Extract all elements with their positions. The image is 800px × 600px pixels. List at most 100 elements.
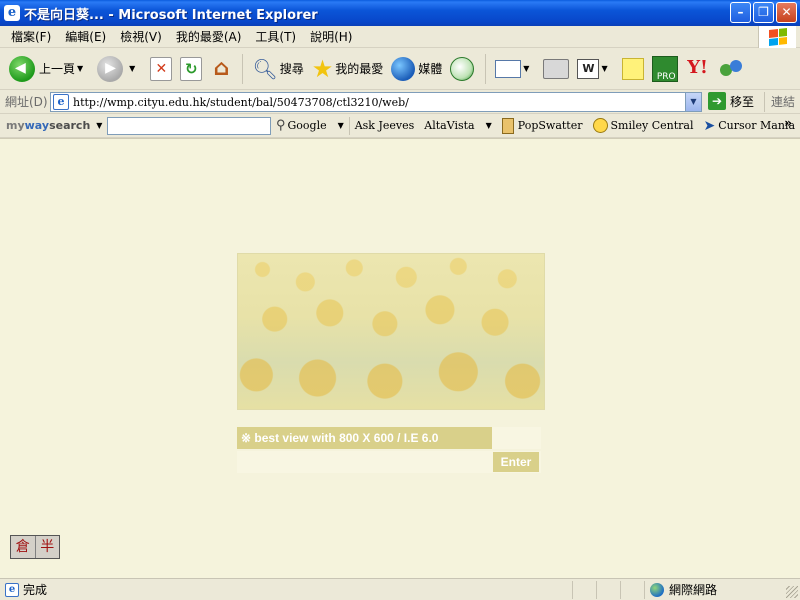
- page-content: ※ best view with 800 X 600 / I.E 6.0 Ent…: [0, 138, 800, 578]
- myway-dropdown-icon[interactable]: ▼: [96, 121, 102, 130]
- menu-edit[interactable]: 編輯(E): [58, 28, 113, 45]
- smiley-label: Smiley Central: [610, 119, 694, 132]
- resize-grip[interactable]: [786, 586, 798, 598]
- menu-file[interactable]: 檔案(F): [4, 28, 58, 45]
- google-label: Google: [287, 119, 327, 132]
- star-icon: ★: [311, 54, 334, 83]
- popswatter-icon: [501, 117, 514, 134]
- popswatter-label: PopSwatter: [517, 119, 583, 132]
- search-button[interactable]: 🔍︎ 搜尋: [249, 51, 306, 87]
- menu-tools[interactable]: 工具(T): [248, 28, 303, 45]
- edit-button[interactable]: W ▼: [574, 51, 616, 87]
- smiley-central-button[interactable]: Smiley Central: [588, 118, 699, 133]
- zone-label: 網際網路: [669, 583, 718, 597]
- address-dropdown-icon[interactable]: ▼: [685, 93, 701, 111]
- go-button[interactable]: ➔ 移至: [708, 92, 754, 110]
- links-button[interactable]: 連結: [764, 92, 795, 112]
- ime-indicator[interactable]: 倉 半: [10, 535, 60, 559]
- status-bar: e 完成 網際網路: [0, 578, 800, 600]
- go-arrow-icon: ➔: [708, 92, 726, 110]
- back-dropdown-icon[interactable]: ▼: [77, 64, 83, 73]
- status-separator: [572, 581, 573, 599]
- mail-dropdown-icon[interactable]: ▼: [523, 64, 529, 73]
- window-controls: – ❐ ✕: [730, 2, 797, 23]
- address-url[interactable]: http://wmp.cityu.edu.hk/student/bal/5047…: [73, 96, 409, 109]
- smiley-icon: [592, 118, 608, 133]
- back-label: 上一頁: [39, 62, 76, 76]
- popswatter-button[interactable]: PopSwatter: [497, 117, 588, 134]
- logo-search: search: [49, 119, 91, 132]
- google-dropdown-icon[interactable]: ▼: [338, 121, 344, 130]
- logo-way: way: [24, 119, 50, 132]
- window-title: 不是向日葵... - Microsoft Internet Explorer: [24, 7, 318, 23]
- printer-icon: [543, 58, 570, 79]
- menu-bar: 檔案(F) 編輯(E) 檢視(V) 我的最愛(A) 工具(T) 說明(H): [0, 26, 800, 48]
- ime-width[interactable]: 半: [36, 536, 60, 558]
- address-bar: 網址(D) e http://wmp.cityu.edu.hk/student/…: [0, 90, 800, 114]
- ask-jeeves-button[interactable]: Ask Jeeves: [350, 119, 420, 132]
- sunflower-banner-image: [237, 253, 545, 410]
- back-arrow-icon: [9, 55, 35, 82]
- close-button[interactable]: ✕: [776, 2, 797, 23]
- icq-button[interactable]: PRO: [649, 51, 681, 87]
- google-search-button[interactable]: ⚲ Google: [271, 118, 332, 133]
- icq-pro-icon: PRO: [651, 55, 678, 82]
- title-bar[interactable]: e 不是向日葵... - Microsoft Internet Explorer…: [0, 0, 800, 26]
- messenger-button[interactable]: [715, 51, 747, 87]
- history-button[interactable]: [447, 51, 477, 87]
- stop-icon[interactable]: ✕: [150, 56, 173, 81]
- ime-mode[interactable]: 倉: [11, 536, 36, 558]
- altavista-dropdown-icon[interactable]: ▼: [486, 121, 492, 130]
- favorites-button[interactable]: ★ 我的最愛: [309, 51, 387, 87]
- security-zone[interactable]: 網際網路: [650, 581, 717, 598]
- toolbar-separator: [485, 53, 487, 84]
- media-button[interactable]: 媒體: [388, 51, 445, 87]
- best-view-row: ※ best view with 800 X 600 / I.E 6.0: [237, 427, 541, 449]
- status-separator: [620, 581, 621, 599]
- maximize-button[interactable]: ❐: [753, 2, 774, 23]
- magnifier-icon: ⚲: [275, 118, 286, 133]
- myway-logo[interactable]: mywaysearch: [0, 119, 90, 132]
- home-icon[interactable]: ⌂: [210, 56, 232, 81]
- enter-row: Enter: [237, 451, 541, 473]
- favorites-label: 我的最愛: [335, 62, 384, 76]
- mail-icon: [495, 59, 522, 78]
- media-label: 媒體: [418, 62, 443, 76]
- forward-arrow-icon: [97, 55, 124, 82]
- msn-messenger-icon: [718, 58, 744, 80]
- print-button[interactable]: [540, 51, 572, 87]
- page-icon: e: [53, 94, 69, 110]
- menu-favorites[interactable]: 我的最愛(A): [169, 28, 249, 45]
- sticky-note-icon: [621, 57, 644, 80]
- toolbar-separator: [242, 53, 244, 84]
- status-separator: [644, 581, 645, 599]
- altavista-button[interactable]: AltaVista: [419, 119, 479, 132]
- word-icon: W: [577, 58, 600, 79]
- done-page-icon: e: [5, 582, 19, 597]
- status-separator: [596, 581, 597, 599]
- ie-icon: e: [4, 5, 20, 21]
- history-icon: [450, 56, 475, 81]
- menu-help[interactable]: 說明(H): [303, 28, 359, 45]
- minimize-button[interactable]: –: [730, 2, 751, 23]
- yahoo-button[interactable]: Y!: [683, 51, 713, 87]
- forward-button[interactable]: ▼: [94, 51, 144, 87]
- note-button[interactable]: [619, 51, 647, 87]
- menu-view[interactable]: 檢視(V): [113, 28, 169, 45]
- best-view-note: ※ best view with 800 X 600 / I.E 6.0: [237, 427, 492, 449]
- enter-button[interactable]: Enter: [493, 452, 539, 472]
- refresh-icon[interactable]: ↻: [180, 56, 203, 81]
- myway-search-toolbar: mywaysearch ▼ ⚲ Google ▼ Ask Jeeves Alta…: [0, 114, 800, 138]
- myway-search-input[interactable]: [107, 116, 271, 135]
- toolbar-overflow-icon[interactable]: »: [784, 116, 792, 130]
- internet-globe-icon: [650, 582, 664, 597]
- address-label: 網址(D): [5, 95, 48, 109]
- yahoo-messenger-icon: Y!: [687, 56, 708, 78]
- mail-button[interactable]: ▼: [492, 51, 538, 87]
- back-button[interactable]: 上一頁 ▼: [6, 51, 92, 87]
- address-input[interactable]: e http://wmp.cityu.edu.hk/student/bal/50…: [50, 92, 702, 112]
- forward-dropdown-icon[interactable]: ▼: [129, 64, 135, 73]
- edit-dropdown-icon[interactable]: ▼: [601, 64, 607, 73]
- status-text: 完成: [23, 583, 48, 597]
- search-icon: 🔍︎: [252, 56, 278, 81]
